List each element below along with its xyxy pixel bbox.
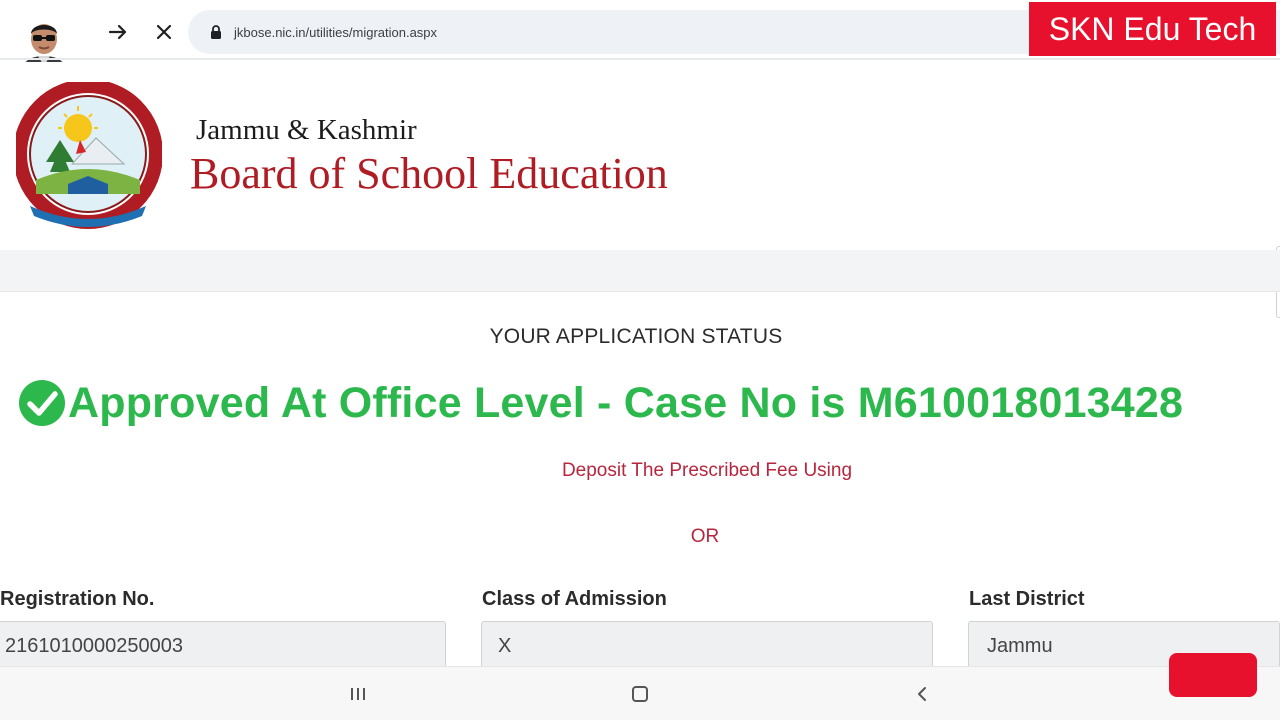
status-heading: YOUR APPLICATION STATUS [489,325,783,348]
check-circle-icon [19,380,65,426]
board-logo [13,79,163,232]
deposit-note: Deposit The Prescribed Fee Using [561,460,853,481]
channel-badge: SKN Edu Tech [1029,2,1276,56]
home-icon [632,686,648,702]
close-icon [156,24,172,40]
or-label: OR [690,526,720,547]
last-district-value: Jammu [987,634,1053,657]
subscribe-button[interactable] [1169,653,1257,697]
stop-loading-button[interactable] [150,18,178,46]
header-separator-band [0,250,1280,292]
forward-button[interactable] [104,18,132,46]
registration-no-value: 2161010000250003 [5,634,183,657]
toolbar-divider [0,58,1280,60]
status-message-text: Approved At Office Level - Case No is M6… [68,378,1184,427]
back-button[interactable] [909,681,935,707]
status-message: Approved At Office Level - Case No is M6… [18,378,1183,428]
last-district-label: Last District [969,588,1085,610]
registration-no-label: Registration No. [0,588,155,610]
back-icon [918,687,926,701]
board-title-line2: Board of School Education [190,149,668,198]
class-of-admission-field[interactable]: X [481,621,933,671]
site-header: Jammu & Kashmir Board of School Educatio… [0,62,1280,318]
home-button[interactable] [627,681,653,707]
url-text: jkbose.nic.in/utilities/migration.aspx [234,24,438,40]
board-title-line1: Jammu & Kashmir [196,114,417,146]
channel-badge-text: SKN Edu Tech [1048,10,1257,47]
screen: jkbose.nic.in/utilities/migration.aspx S… [0,0,1280,720]
class-of-admission-label: Class of Admission [482,588,667,610]
arrow-right-icon [108,24,127,40]
android-navigation-bar [0,666,1280,720]
recent-apps-icon [351,688,365,700]
registration-no-field[interactable]: 2161010000250003 [0,621,446,671]
lock-icon [211,25,221,39]
recent-apps-button[interactable] [345,681,371,707]
class-of-admission-value: X [498,634,512,657]
